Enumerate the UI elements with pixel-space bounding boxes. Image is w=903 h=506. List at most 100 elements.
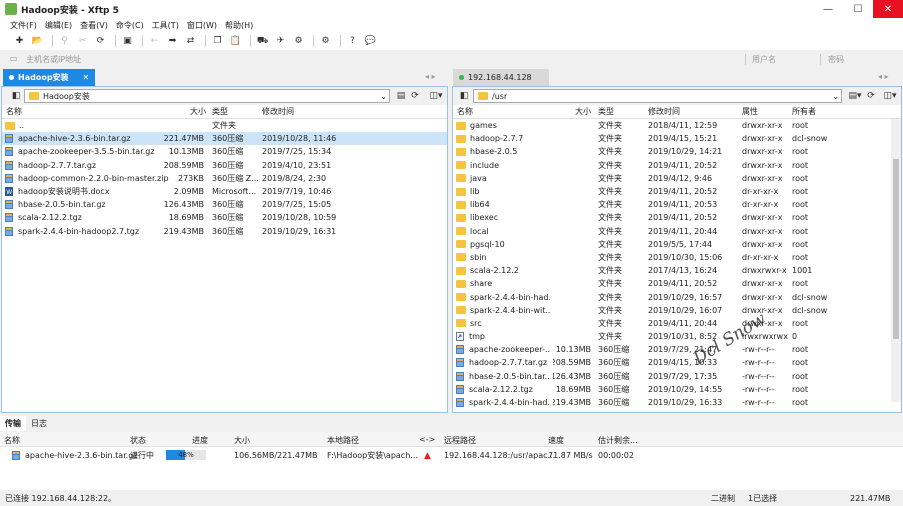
tab-log[interactable]: 日志 (26, 416, 52, 431)
col-name[interactable]: 名称 (4, 435, 20, 446)
password-input[interactable]: 密码 (828, 53, 898, 66)
col-type[interactable]: 类型 (212, 106, 228, 117)
file-row[interactable]: src 文件夹 2019/4/11, 20:44 drwxr-xr-x root (453, 317, 901, 330)
menu-command[interactable]: 命令(C) (116, 20, 144, 31)
col-attr[interactable]: 属性 (742, 106, 758, 117)
refresh-icon[interactable]: ⟳ (409, 90, 421, 102)
new-session-icon[interactable]: ✚ (12, 34, 27, 48)
tab-local-hadoop[interactable]: Hadoop安装 ✕ (3, 69, 96, 86)
file-row[interactable]: hadoop-2.7.7.tar.gz 208.59MB 360压缩 2019/4/1… (453, 356, 901, 369)
col-remote-path[interactable]: 远程路径 (444, 435, 476, 446)
file-row[interactable]: spark-2.4.4-bin-had... 219.43MB 360压缩 2019/… (453, 396, 901, 409)
forward-arrow-icon[interactable]: ➡ (165, 34, 180, 48)
tab-close-icon[interactable]: ✕ (83, 73, 90, 82)
file-row[interactable]: hadoop-2.7.7.tar.gz 208.59MB 360压缩 2019/4/1… (2, 159, 447, 172)
menu-view[interactable]: 查看(V) (80, 20, 108, 31)
menu-help[interactable]: 帮助(H) (225, 20, 253, 31)
maximize-button[interactable]: ☐ (843, 0, 873, 18)
file-row[interactable]: hbase-2.0.5-bin.tar.gz 126.43MB 360压缩 2019/… (2, 198, 447, 211)
file-row[interactable]: local 文件夹 2019/4/11, 20:44 drwxr-xr-x root (453, 225, 901, 238)
open-folder-icon[interactable]: ▤ (395, 90, 407, 102)
username-input[interactable]: 用户名 (752, 53, 820, 66)
file-row[interactable]: apache-hive-2.3.6-bin.tar.gz 221.47MB 360压… (2, 132, 447, 146)
remote-vertical-scrollbar[interactable] (891, 119, 901, 402)
globe-icon[interactable]: ✈ (273, 34, 288, 48)
transfer-icon[interactable]: ⛟ (255, 34, 270, 48)
col-status[interactable]: 状态 (130, 435, 146, 446)
col-mtime[interactable]: 修改时间 (648, 106, 680, 117)
tab-remote-session[interactable]: 192.168.44.128 (453, 69, 549, 86)
col-size[interactable]: 大小 (575, 106, 591, 117)
col-size[interactable]: 大小 (234, 435, 250, 446)
view-options-icon[interactable]: ◫▾ (426, 90, 446, 102)
host-input[interactable]: 主机名或IP地址 (26, 53, 726, 66)
minimize-button[interactable]: — (813, 0, 843, 18)
file-row[interactable]: scala-2.12.2 文件夹 2017/4/13, 16:24 drwxrwxr-… (453, 264, 901, 277)
col-eta[interactable]: 估计剩余... (598, 435, 638, 446)
file-row[interactable]: spark-2.4.4-bin-had... 文件夹 2019/10/29, 16:… (453, 290, 901, 303)
col-name[interactable]: 名称 (457, 106, 473, 117)
col-size[interactable]: 大小 (190, 106, 206, 117)
menu-window[interactable]: 窗口(W) (187, 20, 217, 31)
file-row[interactable]: scala-2.12.2.tgz 18.69MB 360压缩 2019/10/28, … (2, 211, 447, 224)
chevron-down-icon[interactable]: ⌄ (832, 92, 839, 101)
transfer-row[interactable]: apache-hive-2.3.6-bin.tar.gz 进行中 48% 106… (0, 449, 903, 462)
col-direction[interactable]: <-> (419, 435, 435, 444)
disconnect-icon[interactable]: ✂ (75, 34, 90, 48)
file-row[interactable]: hadoop-common-2.2.0-bin-master.zip 273KB 3… (2, 172, 447, 185)
open-folder-icon[interactable]: ▤▾ (846, 90, 864, 102)
file-row[interactable]: games 文件夹 2018/4/11, 12:59 drwxr-xr-x root (453, 119, 901, 132)
file-row[interactable]: lib64 文件夹 2019/4/11, 20:53 dr-xr-xr-x root (453, 198, 901, 211)
left-tab-scroll-icon[interactable]: ◂ ▸ (425, 72, 436, 81)
file-row[interactable]: spark-2.4.4-bin-wit... 文件夹 2019/10/29, 16:… (453, 304, 901, 317)
open-folder-icon[interactable]: 📂 (30, 34, 45, 48)
close-button[interactable]: ✕ (873, 0, 903, 18)
file-row[interactable]: include 文件夹 2019/4/11, 20:52 drwxr-xr-x root (453, 159, 901, 172)
file-row[interactable]: hbase-2.0.5 文件夹 2019/10/29, 14:21 drwxr-xr-… (453, 145, 901, 158)
file-row[interactable]: Whadoop安装说明书.docx 2.09MB Microsoft... 2019/… (2, 185, 447, 198)
sftp-icon[interactable]: ⚙ (291, 34, 306, 48)
message-icon[interactable]: 💬 (363, 34, 378, 48)
sync-icon[interactable]: ⇄ (183, 34, 198, 48)
tab-transfer[interactable]: 传输 (0, 416, 26, 431)
col-name[interactable]: 名称 (6, 106, 22, 117)
file-row[interactable]: java 文件夹 2019/4/12, 9:46 drwxr-xr-x root (453, 172, 901, 185)
file-row[interactable]: share 文件夹 2019/4/11, 20:52 drwxr-xr-x root (453, 277, 901, 290)
col-owner[interactable]: 所有者 (792, 106, 816, 117)
file-row[interactable]: hadoop-2.7.7 文件夹 2019/4/15, 15:21 drwxr-xr-… (453, 132, 901, 145)
col-mtime[interactable]: 修改时间 (262, 106, 294, 117)
file-row[interactable]: lib 文件夹 2019/4/11, 20:52 dr-xr-xr-x root (453, 185, 901, 198)
local-path-combo[interactable]: Hadoop安装 ⌄ (24, 89, 390, 103)
col-local-path[interactable]: 本地路径 (327, 435, 359, 446)
view-mode-icon[interactable]: ▣ (120, 34, 135, 48)
connect-icon[interactable]: ⚲ (57, 34, 72, 48)
paste-icon[interactable]: 📋 (228, 34, 243, 48)
help-icon[interactable]: ? (345, 34, 360, 48)
panel-toggle-icon[interactable]: ◧ (458, 90, 470, 102)
chevron-down-icon[interactable]: ⌄ (380, 92, 387, 101)
file-row[interactable]: hbase-2.0.5-bin.tar.... 126.43MB 360压缩 2019… (453, 370, 901, 383)
file-row[interactable]: tmp 文件夹 2019/10/31, 8:52 lrwxrwxrwx 0 (453, 330, 901, 343)
scrollbar-thumb[interactable] (893, 159, 899, 339)
file-row[interactable]: scala-2.12.2.tgz 18.69MB 360压缩 2019/10/29, … (453, 383, 901, 396)
col-speed[interactable]: 速度 (548, 435, 564, 446)
back-arrow-icon[interactable]: ← (147, 34, 162, 48)
menu-edit[interactable]: 编辑(E) (45, 20, 72, 31)
menu-tools[interactable]: 工具(T) (152, 20, 179, 31)
file-row[interactable]: apache-zookeeper-... 10.13MB 360压缩 2019/7/2… (453, 343, 901, 356)
file-row[interactable]: apache-zookeeper-3.5.5-bin.tar.gz 10.13MB… (2, 145, 447, 158)
copy-icon[interactable]: ❐ (210, 34, 225, 48)
col-type[interactable]: 类型 (598, 106, 614, 117)
refresh-session-icon[interactable]: ⟳ (93, 34, 108, 48)
file-row[interactable]: spark-2.4.4-bin-hadoop2.7.tgz 219.43MB 360… (2, 225, 447, 238)
remote-path-combo[interactable]: /usr ⌄ (473, 89, 842, 103)
file-row[interactable]: sbin 文件夹 2019/10/30, 15:06 dr-xr-xr-x root (453, 251, 901, 264)
settings-gear-icon[interactable]: ⚙ (318, 34, 333, 48)
panel-toggle-icon[interactable]: ◧ (10, 90, 22, 102)
refresh-icon[interactable]: ⟳ (865, 90, 877, 102)
menu-file[interactable]: 文件(F) (10, 20, 37, 31)
right-tab-scroll-icon[interactable]: ◂ ▸ (878, 72, 889, 81)
view-options-icon[interactable]: ◫▾ (880, 90, 900, 102)
file-row[interactable]: .. 文件夹 (2, 119, 447, 132)
file-row[interactable]: libexec 文件夹 2019/4/11, 20:52 drwxr-xr-x root (453, 211, 901, 224)
